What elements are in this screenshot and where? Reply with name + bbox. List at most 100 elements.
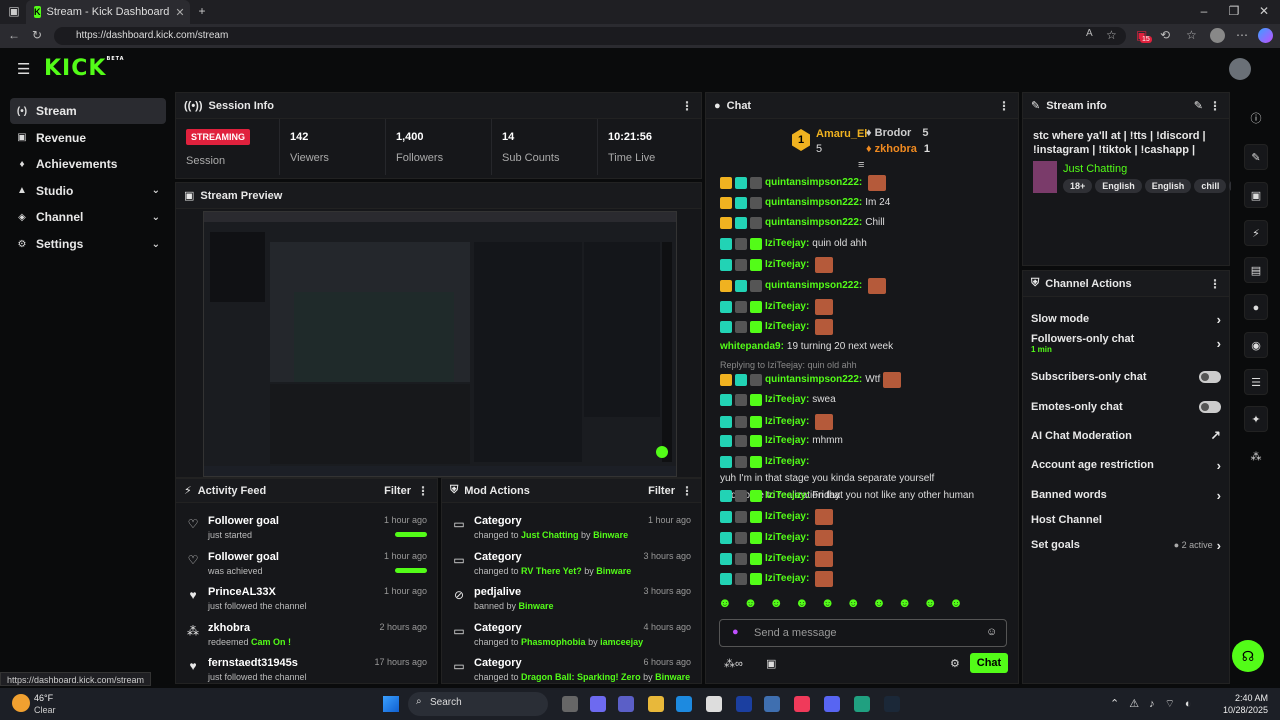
mod-action-item[interactable]: ▭ Category changed to Just Chatting by Bin… [442,513,701,549]
sidebar-item-channel[interactable]: ◈ Channel ⌄ [10,204,166,230]
chat-username[interactable]: whitepanda9: [720,340,784,354]
stack-icon[interactable]: ☰ [1244,369,1268,395]
chat-message[interactable]: quintansimpson222: [720,175,1016,191]
copilot-icon[interactable] [1258,28,1273,43]
points-icon[interactable]: ⁂ [1244,444,1268,470]
chat-message[interactable]: IziTeejay: swea [720,393,1016,407]
more-options-icon[interactable]: ⋮ [681,484,693,498]
copilot-taskbar-icon[interactable] [590,696,606,712]
menu-icon[interactable]: ☰ [17,60,30,78]
mod-action-item[interactable]: ▭ Category changed to Phasmophobia by iamc… [442,620,701,656]
taskbar-search[interactable]: ⌕ Search [408,692,548,716]
minimize-icon[interactable]: – [1196,4,1212,18]
sidebar-item-stream[interactable]: (•) Stream [10,98,166,124]
support-fab[interactable]: ☊ [1232,640,1264,672]
notes-icon[interactable]: ▤ [1244,257,1268,283]
discord-icon[interactable] [824,696,840,712]
tab-actions-icon[interactable]: ▣ [6,4,22,18]
refresh-icon[interactable]: ↻ [32,28,42,42]
toggle-switch[interactable] [1199,401,1221,413]
more-options-icon[interactable]: ⋮ [681,99,693,113]
steam-icon[interactable] [884,696,900,712]
stream-tag[interactable]: fu [1229,179,1231,193]
chat-username[interactable]: quintansimpson222: [765,216,862,230]
action-account-age-restriction[interactable]: Account age restriction › [1031,453,1221,477]
mod-action-item[interactable]: ⊘ pedjalive banned by Binware 3 hours ago [442,584,701,620]
chat-username[interactable]: IziTeejay: [765,415,809,429]
points-icon[interactable]: ⁂∞ [724,657,743,670]
activity-item[interactable]: ♥ PrinceAL33X just followed the channel 1 h… [176,584,437,620]
category-link[interactable]: Just Chatting [1063,163,1127,175]
stream-video[interactable] [203,211,677,477]
chat-username[interactable]: IziTeejay: [765,320,809,334]
edit-icon[interactable]: ✎ [1194,99,1203,112]
top-gifter-3[interactable]: ♦ zkhobra 1 [866,143,930,155]
info-icon[interactable]: ⓘ [1244,106,1268,132]
top-gifter-1[interactable]: Amaru_El [816,128,867,140]
action-host-channel[interactable]: Host Channel [1031,508,1221,532]
chat-message[interactable]: IziTeejay: mhmm [720,434,1016,448]
mod-action-item[interactable]: ▭ Category changed to Dragon Ball: Sparkin… [442,655,701,691]
chat-message[interactable]: IziTeejay: [720,550,1016,567]
chat-message[interactable]: IziTeejay: [720,571,1016,588]
back-icon[interactable]: ← [8,28,20,42]
chat-username[interactable]: IziTeejay: [765,258,809,272]
explorer-icon[interactable] [648,696,664,712]
more-options-icon[interactable]: ⋮ [1209,277,1221,291]
app2-icon[interactable] [854,696,870,712]
maximize-icon[interactable]: ❐ [1226,4,1242,18]
filter-button[interactable]: Filter [384,485,411,497]
mic-icon[interactable]: ● [732,626,739,638]
pencil-icon[interactable]: ✎ [1244,144,1268,170]
store-icon[interactable] [706,696,722,712]
profile-icon[interactable] [1210,28,1225,43]
chat-username[interactable]: IziTeejay: [765,531,809,545]
chat-username[interactable]: IziTeejay: [765,510,809,524]
extensions-icon[interactable]: ⟲ [1160,28,1170,42]
chat-username[interactable]: IziTeejay: [765,393,809,407]
filter-button[interactable]: Filter [648,485,675,497]
top-gifter-2[interactable]: ♦ Brodor 5 [866,127,929,139]
bolt-icon[interactable]: ⚡ [1244,220,1268,246]
chat-username[interactable]: quintansimpson222: [765,373,862,387]
chat-username[interactable]: quintansimpson222: [765,196,862,210]
chat-message[interactable]: quintansimpson222: Im 24 [720,196,1016,210]
task-view-icon[interactable] [562,696,578,712]
browser-tab[interactable]: K Stream - Kick Dashboard ✕ [26,0,190,24]
teams-icon[interactable] [618,696,634,712]
more-icon[interactable]: ⋯ [1236,28,1248,42]
activity-item[interactable]: ⁂ zkhobra redeemed Cam On ! 2 hours ago [176,620,437,656]
new-tab-button[interactable]: + [194,4,210,18]
chat-username[interactable]: IziTeejay: [765,237,809,251]
stream-tag[interactable]: English [1095,179,1142,193]
chat-username[interactable]: IziTeejay: [765,300,809,314]
more-options-icon[interactable]: ⋮ [1209,99,1221,113]
avatar[interactable] [1229,58,1251,80]
wrench-icon[interactable]: ✦ [1244,406,1268,432]
more-options-icon[interactable]: ⋮ [417,484,429,498]
chat-message[interactable]: quintansimpson222: Wtf [720,372,1016,389]
emote-icons[interactable]: ☻☻☻☻☻☻☻☻☻☻ [718,595,975,610]
emoji-icon[interactable]: ☺ [986,626,997,638]
music-icon[interactable] [794,696,810,712]
chat-message[interactable]: IziTeejay: Friday [720,489,1016,503]
chat-message[interactable]: IziTeejay: [720,413,1016,430]
sidebar-item-settings[interactable]: ⚙ Settings ⌄ [10,231,166,257]
toggle-switch[interactable] [1199,371,1221,383]
chat-message[interactable]: whitepanda9: 19 turning 20 next week [720,340,1016,354]
stream-tag[interactable]: chill [1194,179,1227,193]
close-window-icon[interactable]: ✕ [1256,4,1272,18]
more-options-icon[interactable]: ⋮ [998,99,1010,113]
start-icon[interactable] [383,696,399,712]
kick-logo[interactable]: KICKBETA [44,56,125,81]
read-aloud-icon[interactable]: A [1086,28,1093,39]
activity-item[interactable]: ♡ Follower goal just started 1 hour ago [176,513,437,549]
chat-icon[interactable]: ● [1244,294,1268,320]
gift-icon[interactable]: ▣ [766,657,776,670]
chat-username[interactable]: IziTeejay: [765,434,809,448]
action-emotes-only-chat[interactable]: Emotes-only chat [1031,395,1221,419]
chat-username[interactable]: quintansimpson222: [765,176,862,190]
camera-icon[interactable]: ▣ [1244,182,1268,208]
chat-message[interactable]: IziTeejay: quin old ahh [720,237,1016,251]
send-chat-button[interactable]: Chat [970,653,1008,673]
